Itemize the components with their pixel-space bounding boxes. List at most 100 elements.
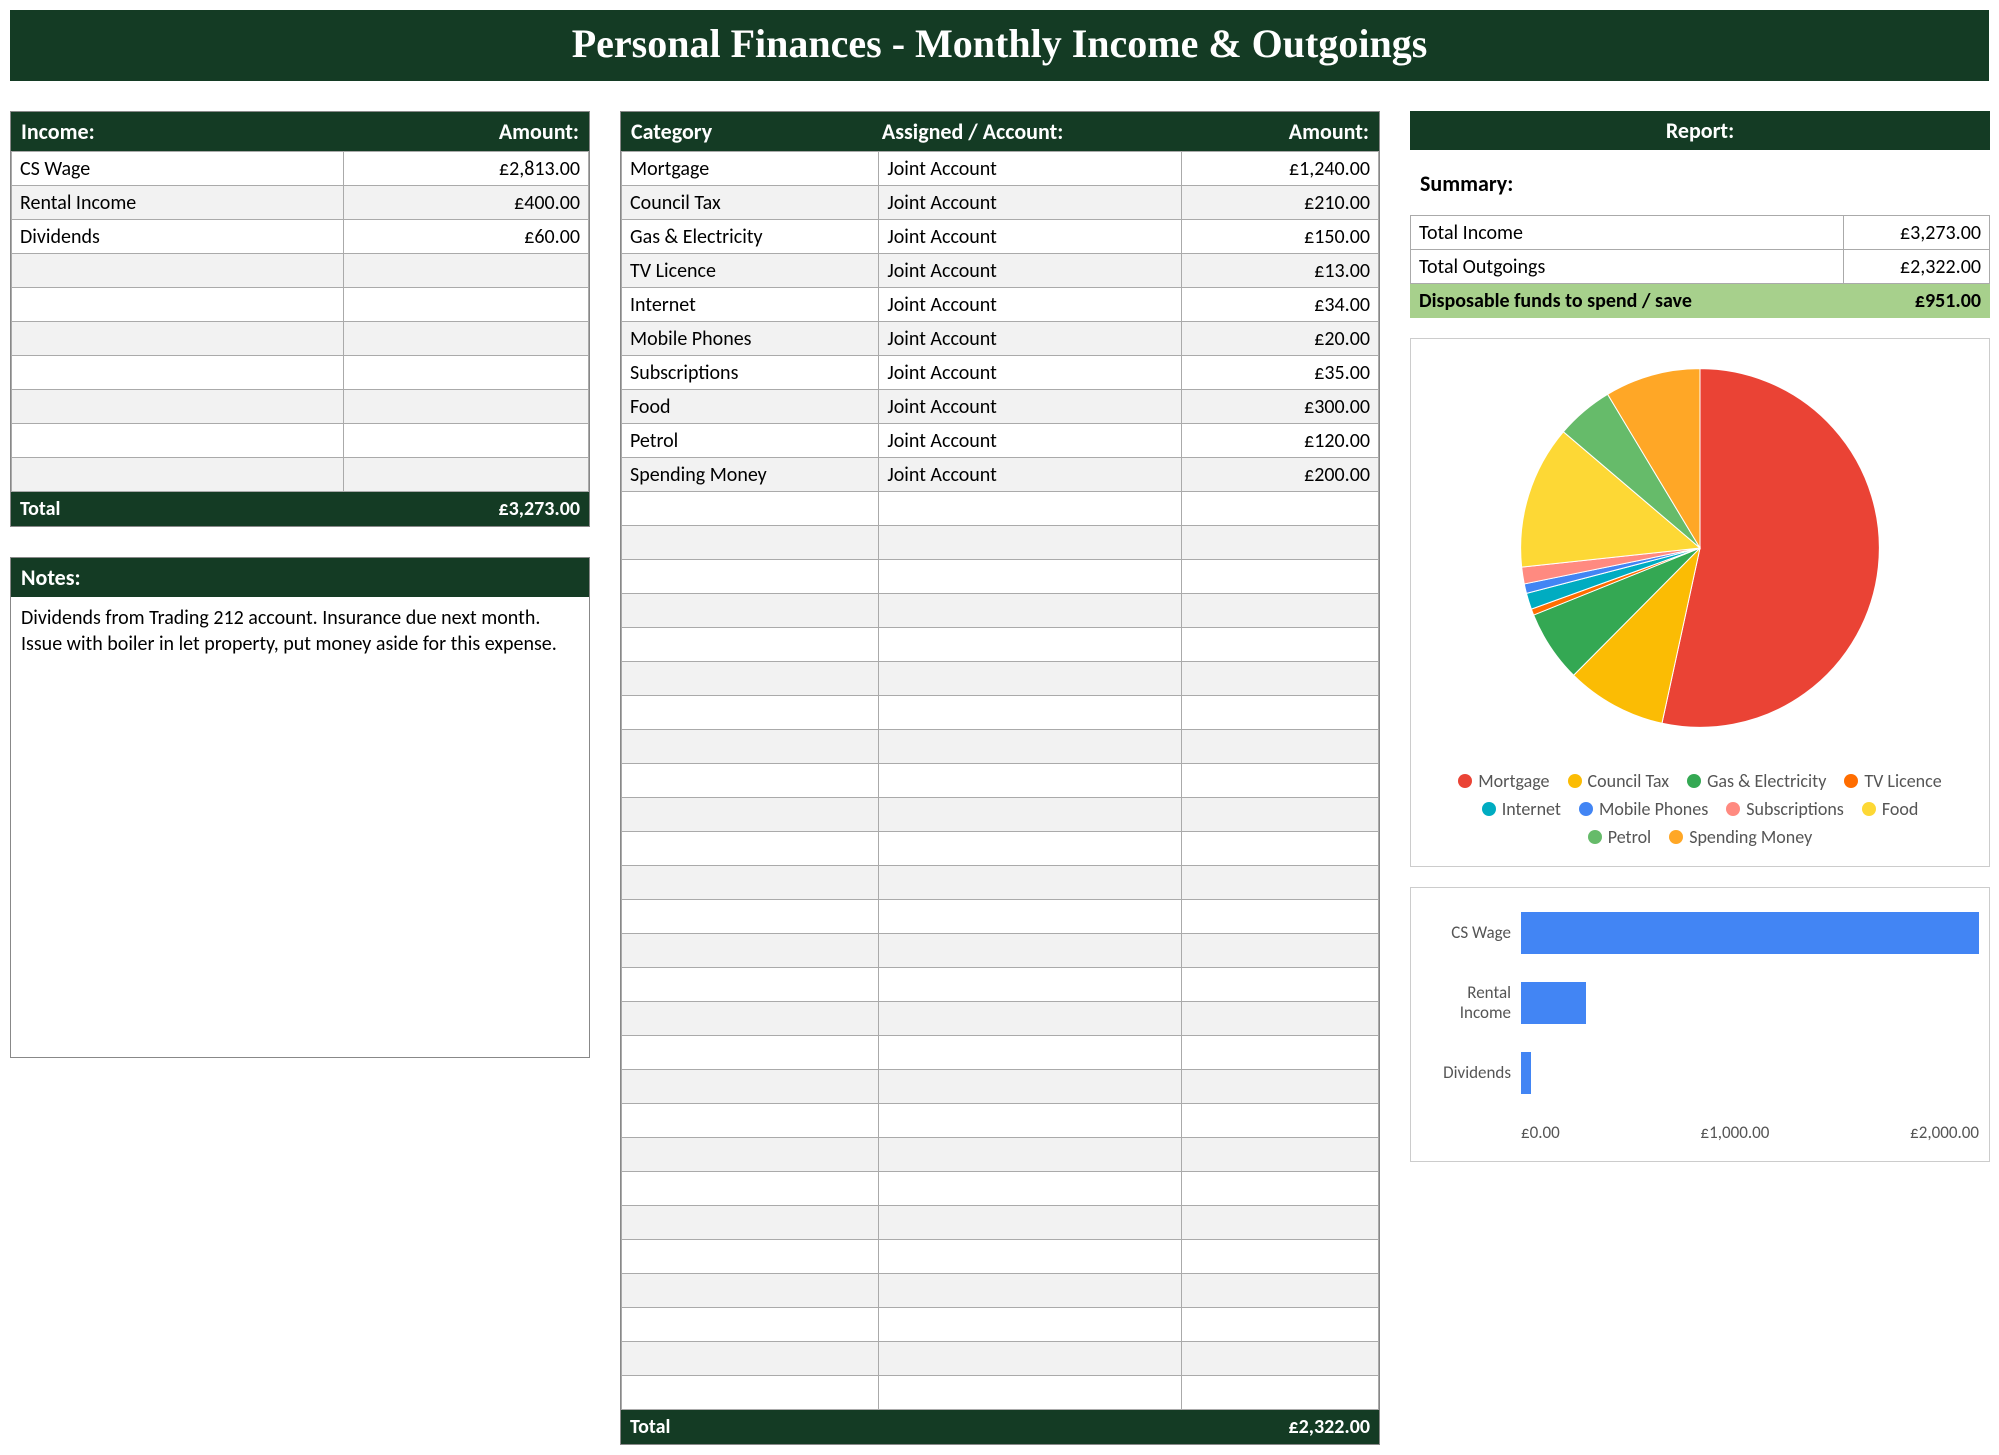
table-row: Total Income£3,273.00 xyxy=(1411,216,1990,250)
outgoing-assigned[interactable]: Joint Account xyxy=(879,220,1182,254)
outgoing-amount[interactable]: £210.00 xyxy=(1182,186,1379,220)
legend-label: Petrol xyxy=(1608,826,1651,848)
table-row[interactable]: CS Wage£2,813.00 xyxy=(12,152,589,186)
notes-panel: Notes: Dividends from Trading 212 accoun… xyxy=(10,557,590,1058)
table-row[interactable] xyxy=(622,1104,1379,1138)
outgoings-table: MortgageJoint Account£1,240.00Council Ta… xyxy=(621,151,1379,1444)
outgoing-amount[interactable]: £35.00 xyxy=(1182,356,1379,390)
outgoing-category[interactable]: TV Licence xyxy=(622,254,879,288)
table-row[interactable] xyxy=(622,1036,1379,1070)
outgoing-assigned[interactable]: Joint Account xyxy=(879,390,1182,424)
outgoing-amount[interactable]: £13.00 xyxy=(1182,254,1379,288)
table-row[interactable] xyxy=(12,424,589,458)
table-row[interactable] xyxy=(622,526,1379,560)
table-row[interactable] xyxy=(622,764,1379,798)
legend-dot xyxy=(1862,802,1876,816)
bar-fill xyxy=(1521,912,1979,954)
outgoing-category[interactable]: Council Tax xyxy=(622,186,879,220)
table-row[interactable] xyxy=(622,560,1379,594)
outgoing-amount[interactable]: £150.00 xyxy=(1182,220,1379,254)
table-row[interactable] xyxy=(622,492,1379,526)
table-row[interactable] xyxy=(12,356,589,390)
outgoing-category[interactable]: Gas & Electricity xyxy=(622,220,879,254)
table-row[interactable] xyxy=(622,1138,1379,1172)
table-row[interactable]: Rental Income£400.00 xyxy=(12,186,589,220)
legend-item: Food xyxy=(1862,798,1918,820)
bar-label: Rental Income xyxy=(1421,983,1521,1022)
outgoing-category[interactable]: Mortgage xyxy=(622,152,879,186)
outgoing-amount[interactable]: £120.00 xyxy=(1182,424,1379,458)
outgoing-assigned[interactable]: Joint Account xyxy=(879,424,1182,458)
summary-amount: £2,322.00 xyxy=(1843,250,1989,284)
table-row[interactable]: SubscriptionsJoint Account£35.00 xyxy=(622,356,1379,390)
table-row[interactable] xyxy=(622,1274,1379,1308)
outgoing-assigned[interactable]: Joint Account xyxy=(879,152,1182,186)
outgoing-assigned[interactable]: Joint Account xyxy=(879,356,1182,390)
table-row[interactable] xyxy=(622,1308,1379,1342)
outgoing-category[interactable]: Petrol xyxy=(622,424,879,458)
table-row[interactable] xyxy=(622,832,1379,866)
table-row[interactable] xyxy=(12,254,589,288)
table-row[interactable]: Dividends£60.00 xyxy=(12,220,589,254)
table-row[interactable] xyxy=(622,1376,1379,1410)
table-row[interactable] xyxy=(622,662,1379,696)
income-label[interactable]: Rental Income xyxy=(12,186,344,220)
table-row[interactable]: PetrolJoint Account£120.00 xyxy=(622,424,1379,458)
outgoing-category[interactable]: Internet xyxy=(622,288,879,322)
table-row[interactable]: Gas & ElectricityJoint Account£150.00 xyxy=(622,220,1379,254)
table-row[interactable] xyxy=(622,730,1379,764)
axis-tick: £0.00 xyxy=(1521,1122,1560,1143)
table-row[interactable] xyxy=(622,934,1379,968)
table-row[interactable] xyxy=(12,390,589,424)
table-row[interactable] xyxy=(622,900,1379,934)
outgoing-amount[interactable]: £200.00 xyxy=(1182,458,1379,492)
table-row[interactable]: Spending MoneyJoint Account£200.00 xyxy=(622,458,1379,492)
table-row[interactable] xyxy=(622,1172,1379,1206)
table-row[interactable] xyxy=(622,1206,1379,1240)
table-row[interactable] xyxy=(622,1240,1379,1274)
outgoing-category[interactable]: Spending Money xyxy=(622,458,879,492)
outgoing-assigned[interactable]: Joint Account xyxy=(879,458,1182,492)
legend-label: Gas & Electricity xyxy=(1707,770,1826,792)
table-row[interactable] xyxy=(622,866,1379,900)
table-row[interactable]: Council TaxJoint Account£210.00 xyxy=(622,186,1379,220)
bar-row: Dividends xyxy=(1421,1052,1979,1094)
outgoing-amount[interactable]: £20.00 xyxy=(1182,322,1379,356)
outgoing-amount[interactable]: £34.00 xyxy=(1182,288,1379,322)
outgoing-assigned[interactable]: Joint Account xyxy=(879,186,1182,220)
table-row[interactable] xyxy=(622,696,1379,730)
table-row[interactable] xyxy=(12,458,589,492)
outgoings-header-category: Category xyxy=(631,118,882,145)
table-row[interactable] xyxy=(622,594,1379,628)
outgoing-assigned[interactable]: Joint Account xyxy=(879,254,1182,288)
outgoing-assigned[interactable]: Joint Account xyxy=(879,288,1182,322)
legend-item: Gas & Electricity xyxy=(1687,770,1826,792)
table-row[interactable] xyxy=(622,1070,1379,1104)
outgoing-amount[interactable]: £1,240.00 xyxy=(1182,152,1379,186)
income-amount[interactable]: £400.00 xyxy=(343,186,588,220)
table-row[interactable] xyxy=(622,798,1379,832)
table-row[interactable] xyxy=(622,1342,1379,1376)
table-row[interactable] xyxy=(12,288,589,322)
outgoing-category[interactable]: Subscriptions xyxy=(622,356,879,390)
income-label[interactable]: Dividends xyxy=(12,220,344,254)
legend-item: Spending Money xyxy=(1669,826,1812,848)
income-label[interactable]: CS Wage xyxy=(12,152,344,186)
table-row[interactable] xyxy=(622,628,1379,662)
income-amount[interactable]: £2,813.00 xyxy=(343,152,588,186)
outgoing-amount[interactable]: £300.00 xyxy=(1182,390,1379,424)
table-row[interactable]: MortgageJoint Account£1,240.00 xyxy=(622,152,1379,186)
table-row[interactable]: InternetJoint Account£34.00 xyxy=(622,288,1379,322)
outgoing-category[interactable]: Food xyxy=(622,390,879,424)
income-amount[interactable]: £60.00 xyxy=(343,220,588,254)
outgoing-assigned[interactable]: Joint Account xyxy=(879,322,1182,356)
outgoing-category[interactable]: Mobile Phones xyxy=(622,322,879,356)
table-row[interactable] xyxy=(622,968,1379,1002)
table-row[interactable] xyxy=(12,322,589,356)
table-row[interactable]: FoodJoint Account£300.00 xyxy=(622,390,1379,424)
table-row[interactable] xyxy=(622,1002,1379,1036)
notes-body[interactable]: Dividends from Trading 212 account. Insu… xyxy=(11,597,589,1057)
table-row: Total Outgoings£2,322.00 xyxy=(1411,250,1990,284)
table-row[interactable]: TV LicenceJoint Account£13.00 xyxy=(622,254,1379,288)
table-row[interactable]: Mobile PhonesJoint Account£20.00 xyxy=(622,322,1379,356)
